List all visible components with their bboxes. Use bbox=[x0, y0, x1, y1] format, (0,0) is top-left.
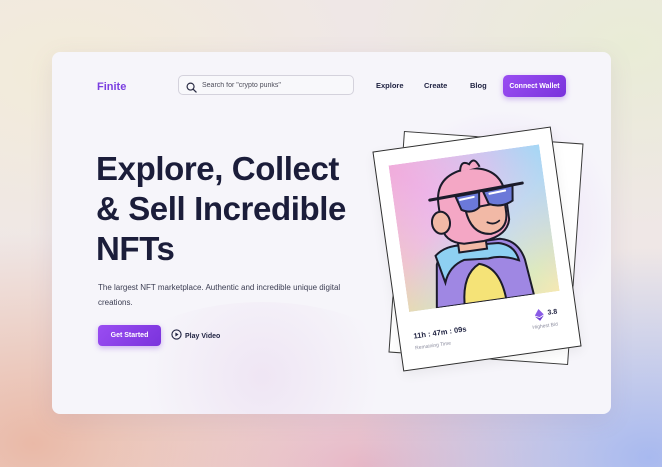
search-icon bbox=[186, 80, 197, 98]
play-video-label: Play Video bbox=[185, 332, 221, 340]
headline-line: & Sell Incredible bbox=[96, 190, 346, 227]
highest-bid-value: 3.8 bbox=[547, 308, 558, 317]
headline-line: Explore, Collect bbox=[96, 150, 340, 187]
search-bar[interactable] bbox=[178, 75, 354, 95]
play-video-button[interactable]: Play Video bbox=[171, 329, 220, 343]
nav-explore[interactable]: Explore bbox=[376, 81, 404, 90]
nav-create[interactable]: Create bbox=[424, 81, 447, 90]
hero-card: Finite Explore Create Blog Connect Walle… bbox=[52, 52, 611, 414]
connect-wallet-button[interactable]: Connect Wallet bbox=[503, 75, 566, 97]
remaining-time-label: Remaining Time bbox=[414, 340, 452, 352]
hero-headline: Explore, Collect & Sell Incredible NFTs bbox=[96, 149, 346, 269]
nft-card[interactable]: 11h : 47m : 09s Remaining Time 3.8 Highe… bbox=[372, 126, 582, 372]
logo[interactable]: Finite bbox=[97, 81, 126, 93]
headline-line: NFTs bbox=[96, 230, 175, 267]
background-glow bbox=[112, 302, 412, 414]
nav-blog[interactable]: Blog bbox=[470, 81, 487, 90]
nft-artwork bbox=[388, 144, 560, 313]
play-circle-icon bbox=[171, 327, 182, 345]
search-input[interactable] bbox=[202, 76, 347, 94]
remaining-time-value: 11h : 47m : 09s bbox=[412, 324, 467, 341]
hero-subtitle: The largest NFT marketplace. Authentic a… bbox=[98, 283, 341, 307]
get-started-button[interactable]: Get Started bbox=[98, 325, 161, 346]
